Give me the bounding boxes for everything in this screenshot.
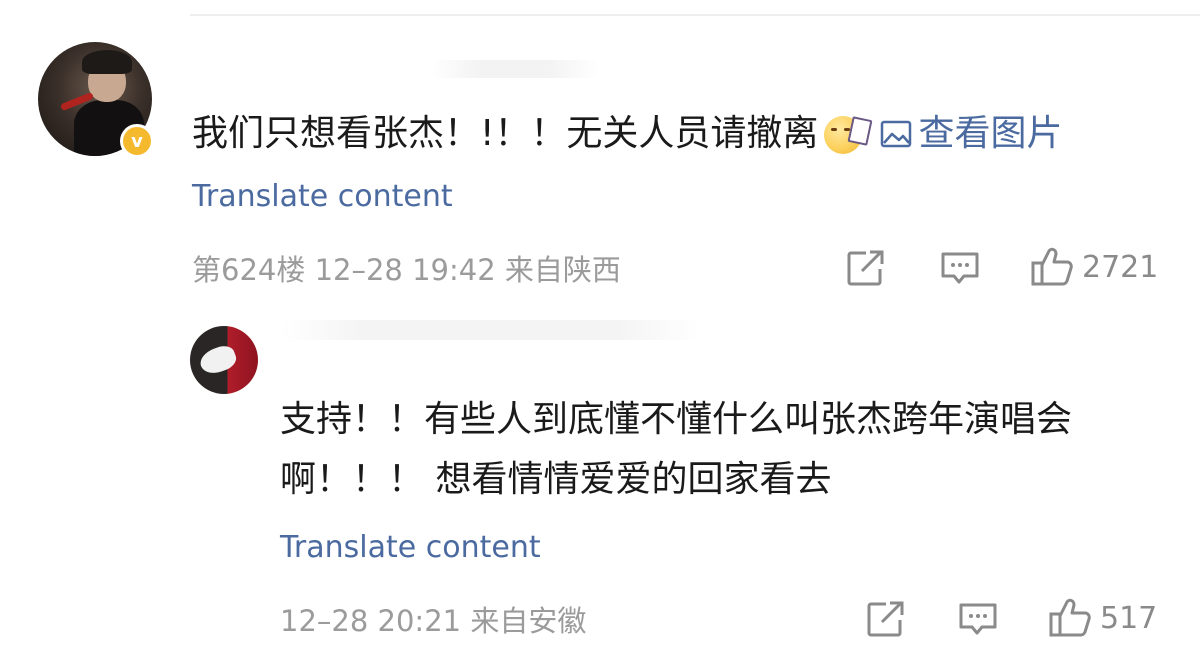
comment-meta: 第624楼 12–28 19:42 来自陕西 (192, 253, 621, 287)
avatar-figure-cap (82, 50, 132, 74)
emoji-icon (822, 112, 873, 156)
main-comment-body: 我们只想看张杰！!！！无关人员请撤离 (192, 113, 819, 154)
reply-comment-button[interactable] (958, 600, 998, 638)
reply-meta: 12–28 20:21 来自安徽 (280, 604, 587, 638)
reply-avatar[interactable] (190, 326, 258, 394)
view-image-link[interactable]: 查看图片 (880, 110, 1062, 158)
share-icon (867, 601, 904, 637)
reply-line-1: 支持！！有些人到底懂不懂什么叫张杰跨年演唱会 (280, 399, 1073, 440)
reply-button[interactable] (940, 249, 980, 287)
reply-translate-content-link[interactable]: Translate content (280, 530, 541, 565)
share-icon (847, 250, 884, 286)
translate-content-link[interactable]: Translate content (192, 179, 453, 214)
reply-like-count: 517 (1100, 600, 1158, 636)
like-button[interactable]: 2721 (1030, 246, 1158, 288)
like-icon (1049, 598, 1091, 637)
commenter-name-obscured (430, 60, 600, 78)
like-icon (1031, 247, 1073, 286)
image-icon (881, 120, 912, 148)
top-divider (190, 14, 1200, 16)
comment-icon (941, 252, 979, 284)
view-image-label: 查看图片 (918, 113, 1063, 154)
reply-share-button[interactable] (866, 600, 906, 638)
reply-name-obscured (280, 320, 700, 340)
comment-icon (959, 603, 997, 635)
reply-line-2: 啊！！！ 想看情情爱爱的回家看去 (280, 459, 832, 500)
like-count: 2721 (1082, 249, 1159, 285)
share-button[interactable] (846, 249, 886, 287)
reply-like-button[interactable]: 517 (1048, 597, 1157, 639)
main-comment-text: 我们只想看张杰！!！！无关人员请撤离 查看图片 (192, 110, 1062, 158)
verified-badge-icon: v (120, 124, 154, 158)
reply-comment-text: 支持！！有些人到底懂不懂什么叫张杰跨年演唱会 啊！！！ 想看情情爱爱的回家看去 (280, 390, 1180, 510)
avatar-hand (196, 342, 240, 378)
